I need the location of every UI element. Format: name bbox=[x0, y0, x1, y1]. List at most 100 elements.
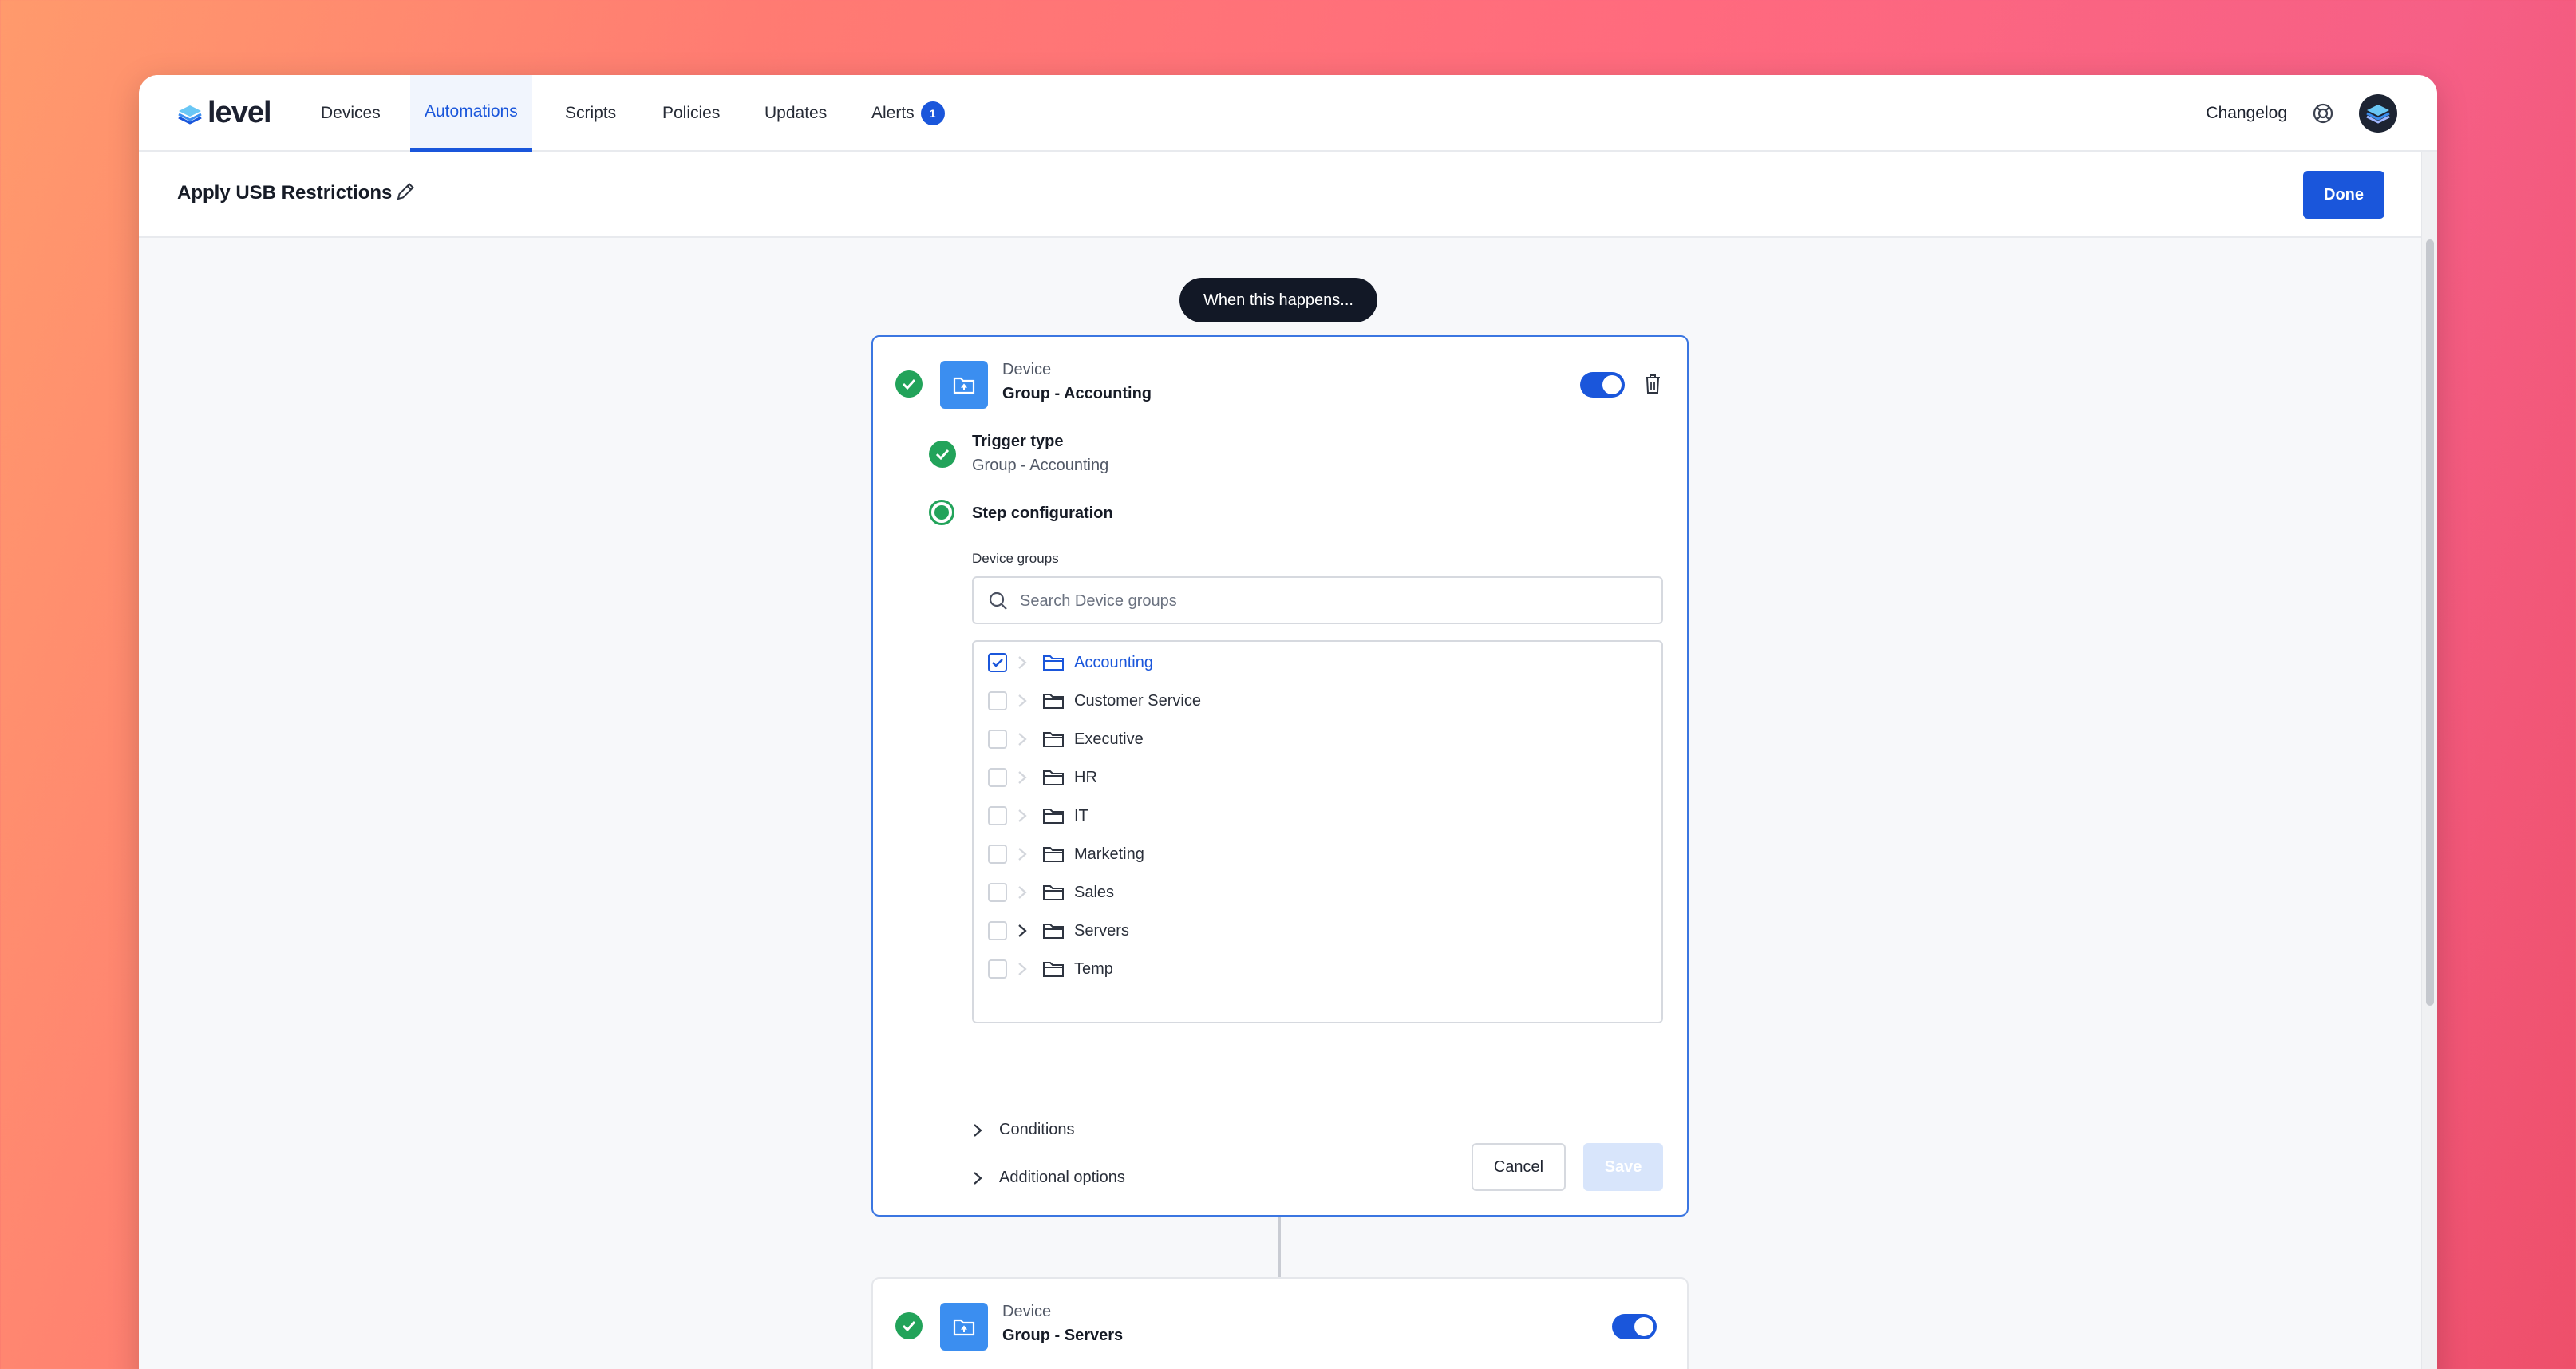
group-label: IT bbox=[1074, 806, 1088, 825]
group-label: Customer Service bbox=[1074, 691, 1201, 710]
tree-row[interactable]: Temp bbox=[974, 950, 1661, 988]
folder-icon bbox=[1043, 885, 1064, 900]
chevron-right-icon bbox=[1018, 809, 1027, 822]
step-name: Group - Accounting bbox=[1002, 385, 1152, 402]
step-enabled-toggle[interactable] bbox=[1580, 372, 1625, 398]
folder-icon bbox=[1043, 847, 1064, 862]
group-checkbox[interactable] bbox=[988, 845, 1007, 864]
trigger-step-card: Device Group - Accounting Trigger type G… bbox=[871, 335, 1689, 1217]
folder-icon bbox=[1043, 962, 1064, 977]
right-nav: Changelog bbox=[2206, 75, 2397, 152]
folder-icon bbox=[1043, 924, 1064, 939]
group-checkbox[interactable] bbox=[988, 883, 1007, 902]
nav-alerts[interactable]: Alerts 1 bbox=[871, 75, 945, 152]
group-checkbox[interactable] bbox=[988, 806, 1007, 825]
additional-options-label: Additional options bbox=[999, 1169, 1125, 1186]
folder-icon bbox=[1043, 655, 1064, 671]
folder-icon bbox=[1043, 694, 1064, 709]
alerts-count-badge: 1 bbox=[920, 101, 945, 125]
tree-row[interactable]: Accounting bbox=[974, 643, 1661, 682]
level-logo[interactable]: level bbox=[177, 96, 272, 130]
save-button[interactable]: Save bbox=[1583, 1143, 1663, 1191]
trigger-pill: When this happens... bbox=[1179, 278, 1377, 322]
conditions-label: Conditions bbox=[999, 1121, 1075, 1138]
page-header: Apply USB Restrictions Done bbox=[139, 152, 2437, 238]
lifebuoy-icon[interactable] bbox=[2313, 103, 2333, 124]
device-groups-tree: Accounting Customer Service Executive HR IT M… bbox=[972, 640, 1663, 1023]
step-configuration-label: Step configuration bbox=[972, 504, 1113, 522]
chevron-right-icon bbox=[974, 1123, 982, 1137]
pencil-icon[interactable] bbox=[394, 180, 417, 203]
tree-row[interactable]: Sales bbox=[974, 873, 1661, 912]
group-checkbox[interactable] bbox=[988, 730, 1007, 749]
group-label: HR bbox=[1074, 768, 1097, 786]
step-complete-check-icon bbox=[895, 1312, 923, 1339]
vertical-scrollbar[interactable] bbox=[2421, 152, 2437, 1369]
trigger-type-check-icon bbox=[929, 441, 956, 468]
group-checkbox[interactable] bbox=[988, 959, 1007, 979]
chevron-right-icon bbox=[1018, 848, 1027, 861]
folder-icon bbox=[1043, 732, 1064, 747]
additional-options-expander[interactable]: Additional options bbox=[972, 1169, 1125, 1187]
nav-automations[interactable]: Automations bbox=[410, 75, 532, 152]
nav-policies-label: Policies bbox=[662, 104, 721, 122]
changelog-link[interactable]: Changelog bbox=[2206, 104, 2287, 123]
layers-logo-icon bbox=[178, 105, 202, 125]
chevron-right-icon bbox=[1018, 886, 1027, 899]
chevron-right-icon bbox=[1018, 733, 1027, 746]
nav-devices[interactable]: Devices bbox=[321, 75, 381, 152]
group-label: Executive bbox=[1074, 730, 1144, 748]
done-button[interactable]: Done bbox=[2303, 171, 2384, 219]
page-title: Apply USB Restrictions bbox=[177, 182, 393, 204]
nav-scripts-label: Scripts bbox=[565, 104, 617, 122]
cancel-button[interactable]: Cancel bbox=[1472, 1143, 1566, 1191]
group-label: Accounting bbox=[1074, 653, 1153, 671]
trigger-type-label: Trigger type bbox=[972, 433, 1064, 450]
nav-automations-label: Automations bbox=[425, 102, 518, 121]
group-checkbox[interactable] bbox=[988, 768, 1007, 787]
device-groups-label: Device groups bbox=[972, 551, 1059, 566]
scrollbar-thumb[interactable] bbox=[2426, 239, 2434, 1006]
chevron-right-icon bbox=[1018, 771, 1027, 784]
trigger-type-value: Group - Accounting bbox=[972, 457, 1109, 474]
step-name: Group - Servers bbox=[1002, 1327, 1124, 1344]
second-step-card[interactable]: Device Group - Servers bbox=[871, 1277, 1689, 1369]
search-icon bbox=[989, 592, 1007, 610]
folder-icon bbox=[1043, 770, 1064, 785]
nav-scripts[interactable]: Scripts bbox=[565, 75, 616, 152]
chevron-right-icon bbox=[974, 1171, 982, 1185]
tree-row[interactable]: Executive bbox=[974, 720, 1661, 758]
group-checkbox[interactable] bbox=[988, 653, 1007, 672]
top-navigation: level Devices Automations Scripts Polici… bbox=[139, 75, 2437, 152]
tree-row[interactable]: Servers bbox=[974, 912, 1661, 950]
tree-row[interactable]: Customer Service bbox=[974, 682, 1661, 720]
group-checkbox[interactable] bbox=[988, 691, 1007, 710]
flow-connector bbox=[1278, 1217, 1281, 1277]
step-kind: Device bbox=[1002, 1303, 1052, 1320]
trash-icon[interactable] bbox=[1644, 374, 1661, 394]
logo-text: level bbox=[207, 96, 272, 129]
nav-devices-label: Devices bbox=[321, 104, 381, 122]
step-configuration-radio-icon bbox=[929, 500, 954, 525]
tree-row[interactable]: Marketing bbox=[974, 835, 1661, 873]
group-label: Sales bbox=[1074, 883, 1115, 901]
avatar[interactable] bbox=[2359, 94, 2397, 133]
group-label: Marketing bbox=[1074, 845, 1144, 863]
chevron-right-icon bbox=[1018, 694, 1027, 707]
step-complete-check-icon bbox=[895, 370, 923, 398]
group-checkbox[interactable] bbox=[988, 921, 1007, 940]
device-group-tile-icon bbox=[940, 1303, 988, 1351]
folder-icon bbox=[1043, 809, 1064, 824]
nav-updates[interactable]: Updates bbox=[765, 75, 827, 152]
search-input[interactable] bbox=[1020, 589, 1642, 613]
tree-row[interactable]: IT bbox=[974, 797, 1661, 835]
step-enabled-toggle[interactable] bbox=[1612, 1314, 1657, 1339]
app-window: level Devices Automations Scripts Polici… bbox=[139, 75, 2437, 1369]
tree-row[interactable]: HR bbox=[974, 758, 1661, 797]
step-kind: Device bbox=[1002, 361, 1052, 378]
nav-policies[interactable]: Policies bbox=[662, 75, 720, 152]
device-groups-search[interactable] bbox=[972, 576, 1663, 624]
chevron-right-icon[interactable] bbox=[1017, 923, 1028, 939]
conditions-expander[interactable]: Conditions bbox=[972, 1121, 1075, 1139]
chevron-right-icon bbox=[1018, 963, 1027, 975]
